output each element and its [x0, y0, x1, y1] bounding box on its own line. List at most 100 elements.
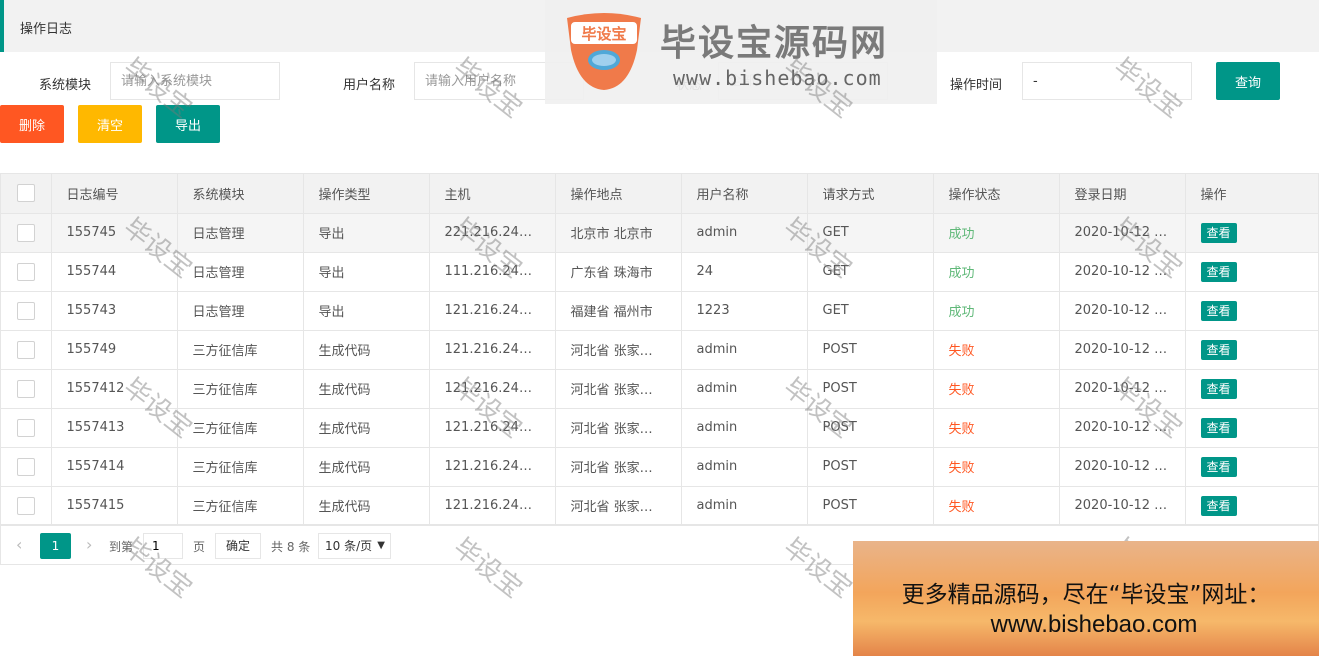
cell-type: 生成代码	[303, 408, 430, 448]
row-checkbox-cell	[1, 252, 52, 292]
cell-id: 155745	[51, 213, 178, 253]
row-checkbox[interactable]	[16, 379, 35, 398]
column-header: 操作	[1185, 174, 1319, 214]
goto-confirm-button[interactable]: 确定	[215, 533, 261, 559]
row-checkbox-cell	[1, 213, 52, 253]
time-range-input[interactable]	[1022, 62, 1192, 100]
chevron-down-icon: ▼	[377, 540, 385, 551]
row-checkbox[interactable]	[16, 301, 35, 320]
column-header: 登录日期	[1059, 174, 1186, 214]
page-size-select[interactable]: 10 条/页 ▼	[318, 533, 391, 559]
table-row[interactable]: 1557412 三方征信库 生成代码 121.216.245… 河北省 张家… admin…	[1, 369, 1319, 409]
cell-status: 失败	[933, 369, 1060, 409]
row-checkbox-cell	[1, 330, 52, 370]
select-all-checkbox[interactable]	[16, 184, 35, 203]
prev-page-icon[interactable]: ‹	[16, 535, 22, 554]
cell-location: 河北省 张家…	[555, 486, 682, 526]
cell-status: 成功	[933, 291, 1060, 331]
clear-button[interactable]: 清空	[78, 105, 142, 143]
delete-button[interactable]: 删除	[0, 105, 64, 143]
table-row[interactable]: 1557415 三方征信库 生成代码 121.216.245… 河北省 张家… admin…	[1, 486, 1319, 526]
page-unit-label: 页	[193, 540, 206, 554]
table-row[interactable]: 155749 三方征信库 生成代码 121.216.245… 河北省 张家… admin P…	[1, 330, 1319, 370]
row-checkbox-cell	[1, 369, 52, 409]
cell-action: 查看	[1185, 291, 1319, 331]
log-table: 日志编号 系统模块 操作类型 主机 操作地点 用户名称 请求方式 操作状态 登录…	[0, 173, 1319, 565]
row-checkbox[interactable]	[16, 496, 35, 515]
view-button[interactable]: 查看	[1200, 378, 1237, 399]
ad-line2: www.bishebao.com	[990, 611, 1198, 638]
row-checkbox[interactable]	[16, 457, 35, 476]
cell-action: 查看	[1185, 408, 1319, 448]
logo-mark-icon: 毕设宝	[567, 13, 641, 90]
current-page[interactable]: 1	[40, 533, 71, 559]
cell-location: 河北省 张家…	[555, 408, 682, 448]
view-button[interactable]: 查看	[1200, 261, 1237, 282]
cell-method: POST	[807, 408, 934, 448]
cell-id: 155743	[51, 291, 178, 331]
view-button[interactable]: 查看	[1200, 495, 1237, 516]
cell-id: 1557414	[51, 447, 178, 487]
cell-date: 2020-10-12 …	[1059, 447, 1186, 487]
cell-module: 三方征信库	[177, 408, 304, 448]
cell-module: 三方征信库	[177, 369, 304, 409]
cell-status: 失败	[933, 408, 1060, 448]
view-button[interactable]: 查看	[1200, 417, 1237, 438]
view-button[interactable]: 查看	[1200, 339, 1237, 360]
row-checkbox[interactable]	[16, 418, 35, 437]
goto-page-input[interactable]	[143, 533, 183, 559]
cell-module: 三方征信库	[177, 330, 304, 370]
table-row[interactable]: 1557414 三方征信库 生成代码 121.216.245… 河北省 张家… admin…	[1, 447, 1319, 487]
table-row[interactable]: 155745 日志管理 导出 221.216.245… 北京市 北京市 admin GET 成…	[1, 213, 1319, 253]
logo-title: 毕设宝源码网	[660, 23, 889, 64]
page-title: 操作日志	[20, 22, 73, 37]
table-row[interactable]: 155744 日志管理 导出 111.216.245… 广东省 珠海市 24 GET 成功 20…	[1, 252, 1319, 292]
cell-action: 查看	[1185, 330, 1319, 370]
cell-date: 2020-10-12 …	[1059, 252, 1186, 292]
view-button[interactable]: 查看	[1200, 300, 1237, 321]
row-checkbox-cell	[1, 291, 52, 331]
cell-host: 111.216.245…	[429, 252, 556, 292]
row-checkbox[interactable]	[16, 223, 35, 242]
export-button[interactable]: 导出	[156, 105, 220, 143]
module-input[interactable]	[110, 62, 280, 100]
view-button[interactable]: 查看	[1200, 456, 1237, 477]
column-header: 请求方式	[807, 174, 934, 214]
cell-status: 成功	[933, 213, 1060, 253]
cell-location: 河北省 张家…	[555, 330, 682, 370]
column-header: 操作状态	[933, 174, 1060, 214]
cell-method: POST	[807, 330, 934, 370]
cell-type: 导出	[303, 252, 430, 292]
goto-label: 到第	[109, 540, 134, 554]
search-button[interactable]: 查询	[1216, 62, 1280, 100]
row-checkbox[interactable]	[16, 262, 35, 281]
cell-type: 生成代码	[303, 486, 430, 526]
logo-mark-text: 毕设宝	[581, 25, 626, 43]
time-label: 操作时间	[950, 78, 1003, 93]
ad-banner[interactable]: 更多精品源码，尽在“毕设宝”网址： www.bishebao.com	[853, 541, 1319, 656]
cell-date: 2020-10-12 …	[1059, 408, 1186, 448]
cell-type: 导出	[303, 291, 430, 331]
cell-type: 生成代码	[303, 330, 430, 370]
cell-date: 2020-10-12 …	[1059, 486, 1186, 526]
logo-url: www.bishebao.com	[673, 66, 882, 90]
cell-id: 155744	[51, 252, 178, 292]
cell-module: 三方征信库	[177, 447, 304, 487]
cell-date: 2020-10-12 …	[1059, 291, 1186, 331]
site-logo: 毕设宝 毕设宝源码网 www.bishebao.com	[545, 0, 937, 104]
cell-id: 155749	[51, 330, 178, 370]
cell-host: 121.216.245…	[429, 447, 556, 487]
cell-action: 查看	[1185, 252, 1319, 292]
cell-user: admin	[681, 369, 808, 409]
table-row[interactable]: 155743 日志管理 导出 121.216.245… 福建省 福州市 1223 GET 成功…	[1, 291, 1319, 331]
next-page-icon[interactable]: ›	[86, 535, 92, 554]
cell-host: 121.216.245…	[429, 369, 556, 409]
cell-user: admin	[681, 447, 808, 487]
table-row[interactable]: 1557413 三方征信库 生成代码 121.216.245… 河北省 张家… admin…	[1, 408, 1319, 448]
cell-user: 24	[681, 252, 808, 292]
view-button[interactable]: 查看	[1200, 222, 1237, 243]
cell-method: POST	[807, 447, 934, 487]
cell-user: admin	[681, 486, 808, 526]
row-checkbox[interactable]	[16, 340, 35, 359]
cell-action: 查看	[1185, 213, 1319, 253]
